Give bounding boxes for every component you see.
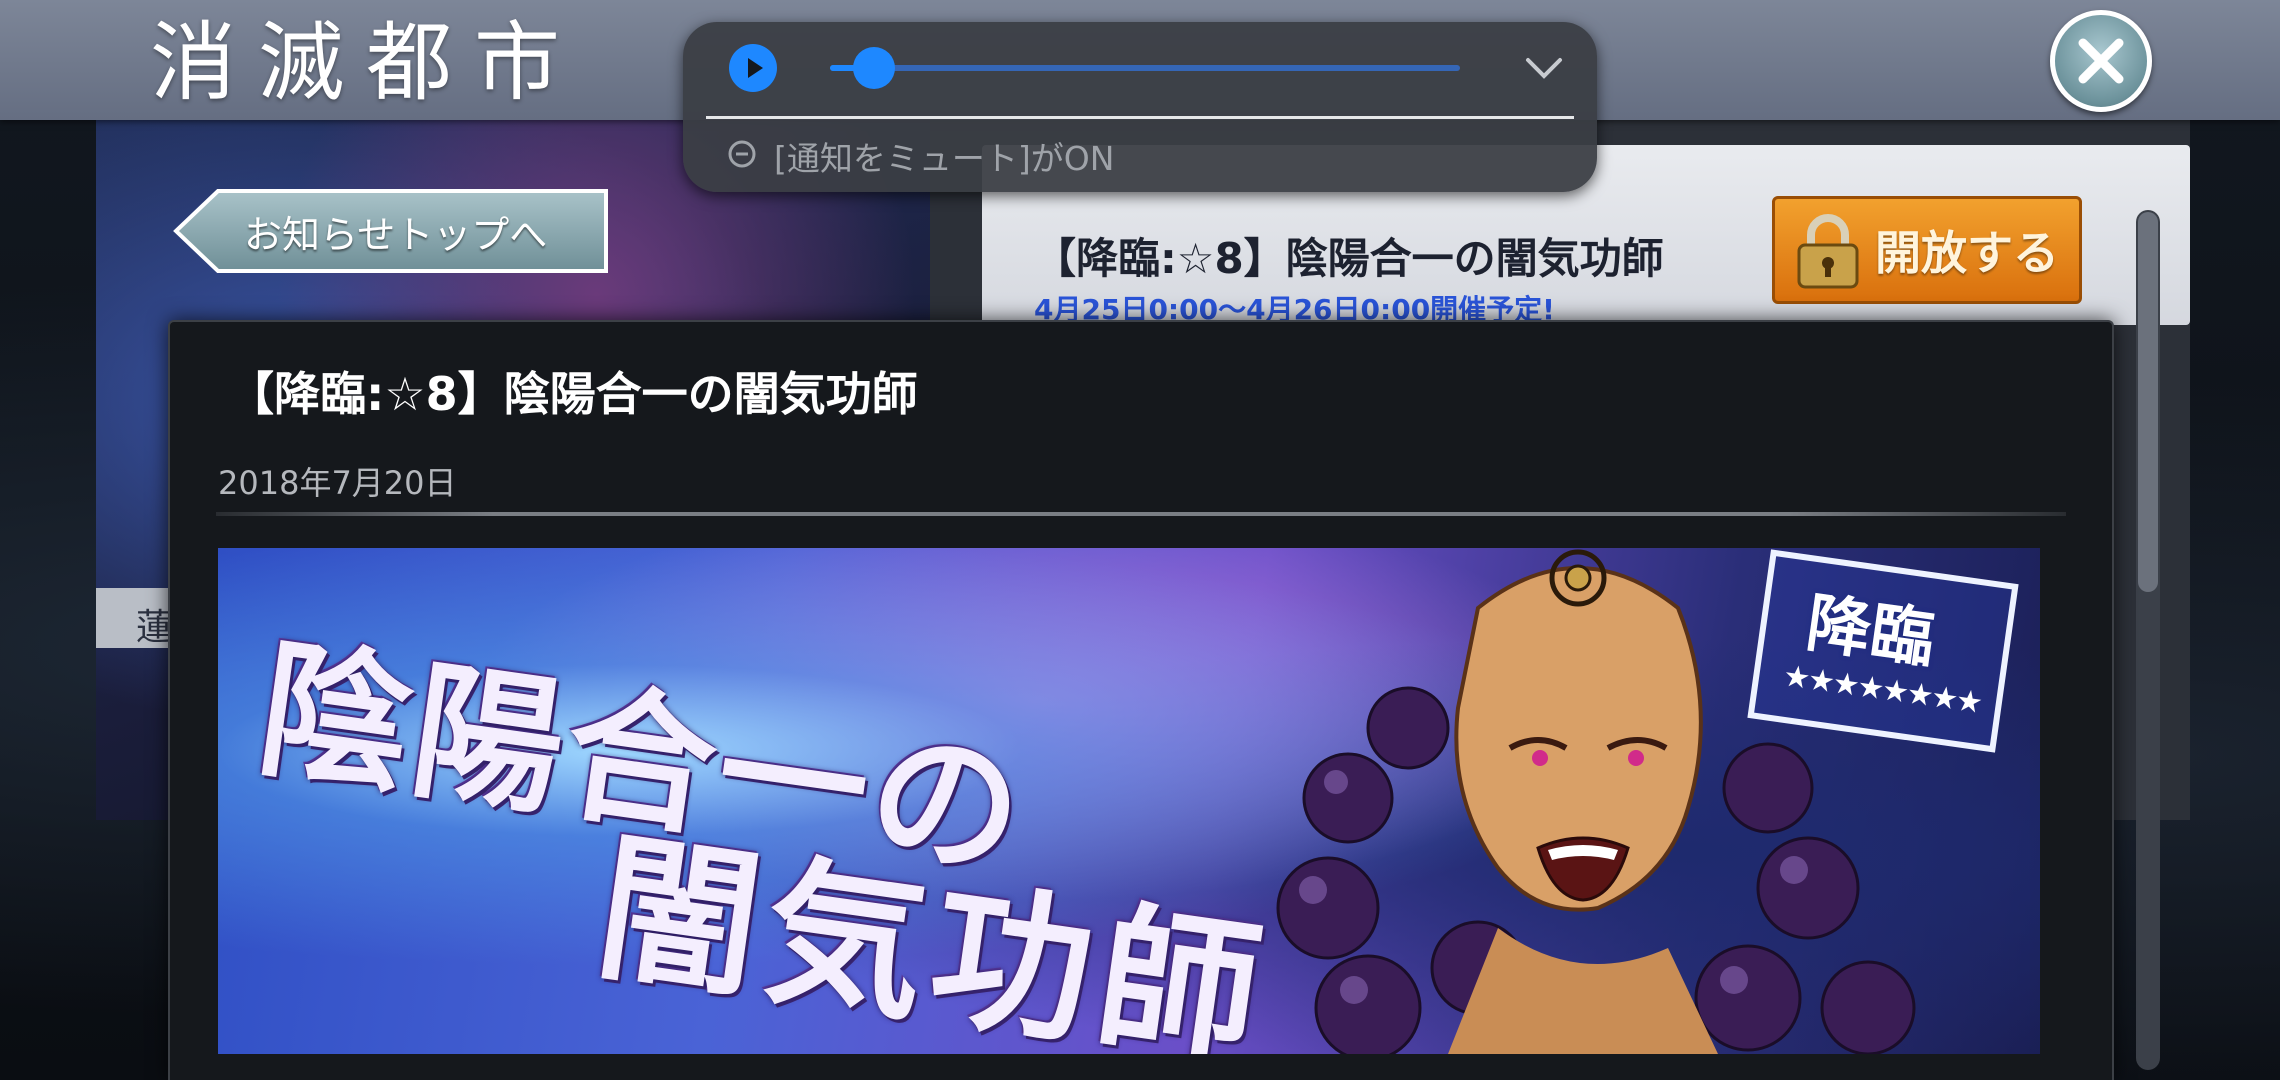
background-strip-label: 蓮 [136, 607, 173, 648]
descent-badge: 降臨 ★★★★★★★★ [1747, 549, 2019, 753]
seek-thumb[interactable] [853, 47, 896, 89]
app-screen: 蓮 【降臨:☆8】陰陽合一の闇気功師 4月25日0:00〜4月26日0:00開催… [0, 0, 2280, 1080]
event-banner-image: 陰陽合一の 闇気功師 降臨 ★★★★★★★★ [218, 548, 2040, 1054]
media-panel-divider [706, 116, 1574, 119]
unlock-label: 開放する [1875, 226, 2059, 280]
unlock-button[interactable]: 開放する [1772, 196, 2082, 304]
scrollbar-thumb[interactable] [2138, 212, 2158, 592]
back-to-notices-button[interactable]: お知らせトップへ [172, 188, 610, 274]
background-event-title: 【降臨:☆8】陰陽合一の闇気功師 [1034, 234, 1664, 283]
mute-status-text: [通知をミュート]がON [774, 139, 1115, 178]
back-button-label: お知らせトップへ [244, 213, 548, 257]
close-button[interactable] [2050, 10, 2152, 112]
chevron-down-icon[interactable] [1522, 50, 1566, 86]
play-icon [748, 58, 763, 78]
notice-date: 2018年7月20日 [218, 464, 457, 502]
play-button[interactable] [729, 44, 777, 92]
app-title: 消滅都市 [150, 13, 582, 113]
notice-divider [216, 512, 2066, 516]
minus-circle-icon [728, 140, 756, 168]
notice-title: 【降臨:☆8】陰陽合一の闇気功師 [228, 367, 918, 421]
close-x-icon [2078, 38, 2124, 84]
padlock-icon [1797, 214, 1859, 289]
seek-bar[interactable] [830, 65, 1460, 71]
